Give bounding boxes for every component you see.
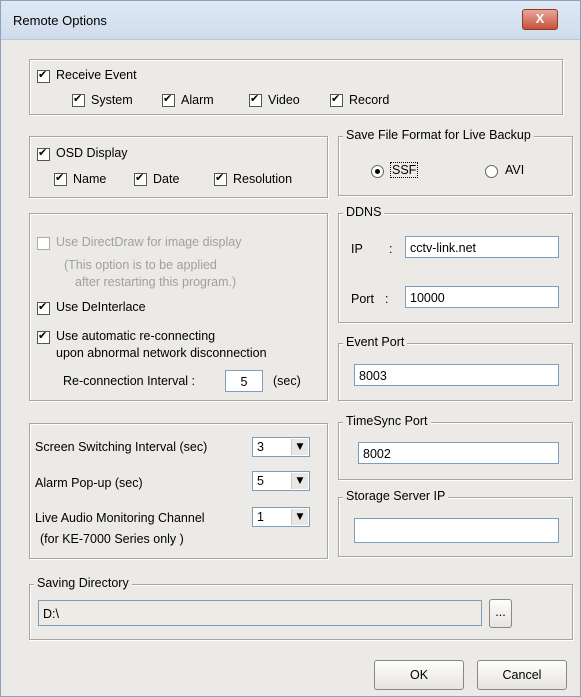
event-port-legend: Event Port xyxy=(343,335,408,349)
ddns-ip-label: IP xyxy=(351,242,363,256)
event-port-input[interactable]: 8003 xyxy=(354,364,559,386)
osd-display-checkbox[interactable] xyxy=(37,146,50,161)
cancel-button[interactable]: Cancel xyxy=(477,660,567,690)
storage-server-input[interactable] xyxy=(354,518,559,543)
ssf-label: SSF xyxy=(389,162,419,178)
alarm-checkbox[interactable] xyxy=(162,92,175,107)
osd-date-checkbox[interactable] xyxy=(134,171,147,186)
ddns-port-input[interactable]: 10000 xyxy=(405,286,559,308)
title-bar: Remote Options X xyxy=(1,1,580,40)
audio-channel-dropdown[interactable]: 1 ▼ xyxy=(252,507,310,527)
reconnect-interval-label: Re-connection Interval : xyxy=(63,374,196,388)
browse-button[interactable]: ... xyxy=(489,599,512,628)
audio-channel-value: 1 xyxy=(257,510,264,524)
timesync-port-group: TimeSync Port 8002 xyxy=(338,414,573,480)
ddns-group: DDNS IP : cctv-link.net Port : 10000 xyxy=(338,205,573,323)
auto-reconnect-label-line1: Use automatic re-connecting xyxy=(56,329,216,343)
record-label: Record xyxy=(349,93,390,107)
auto-reconnect-checkbox[interactable] xyxy=(37,329,50,344)
screen-switching-label: Screen Switching Interval (sec) xyxy=(35,440,208,454)
record-checkbox[interactable] xyxy=(330,92,343,107)
system-label: System xyxy=(91,93,133,107)
osd-display-group: OSD Display Name Date Resolution xyxy=(29,136,328,198)
ok-button[interactable]: OK xyxy=(374,660,464,690)
ssf-radio[interactable] xyxy=(371,165,384,178)
close-button[interactable]: X xyxy=(522,9,558,30)
auto-reconnect-label-line2: upon abnormal network disconnection xyxy=(56,346,267,360)
reconnect-interval-input[interactable]: 5 xyxy=(225,370,263,392)
chevron-down-icon[interactable]: ▼ xyxy=(291,473,308,489)
saving-directory-group: Saving Directory D:\ ... xyxy=(29,576,573,640)
ddns-port-separator: : xyxy=(385,292,389,306)
timesync-port-legend: TimeSync Port xyxy=(343,414,431,428)
saving-directory-legend: Saving Directory xyxy=(34,576,132,590)
screen-switching-value: 3 xyxy=(257,440,264,454)
screen-switching-dropdown[interactable]: 3 ▼ xyxy=(252,437,310,457)
osd-name-label: Name xyxy=(73,172,107,186)
audio-channel-note: (for KE-7000 Series only ) xyxy=(40,532,184,546)
osd-name-checkbox[interactable] xyxy=(54,171,67,186)
timesync-port-input[interactable]: 8002 xyxy=(358,442,559,464)
event-port-group: Event Port 8003 xyxy=(338,335,573,401)
alarm-popup-label: Alarm Pop-up (sec) xyxy=(35,476,143,490)
window-title: Remote Options xyxy=(13,13,107,28)
osd-display-label: OSD Display xyxy=(56,146,128,160)
video-checkbox[interactable] xyxy=(249,92,262,107)
remote-options-dialog: Remote Options X Receive Event System Al… xyxy=(0,0,581,697)
ddns-ip-input[interactable]: cctv-link.net xyxy=(405,236,559,258)
ddns-ip-separator: : xyxy=(389,242,393,256)
deinterlace-checkbox[interactable] xyxy=(37,300,50,315)
ddns-port-label: Port xyxy=(351,292,374,306)
storage-server-group: Storage Server IP xyxy=(338,489,573,557)
receive-event-checkbox[interactable] xyxy=(37,68,50,83)
alarm-popup-value: 5 xyxy=(257,474,264,488)
save-file-format-group: Save File Format for Live Backup SSF AVI xyxy=(338,128,573,196)
storage-server-legend: Storage Server IP xyxy=(343,489,449,503)
chevron-down-icon[interactable]: ▼ xyxy=(291,439,308,455)
deinterlace-label: Use DeInterlace xyxy=(56,300,146,314)
directdraw-label: Use DirectDraw for image display xyxy=(56,235,242,249)
audio-channel-label: Live Audio Monitoring Channel xyxy=(35,511,205,525)
chevron-down-icon[interactable]: ▼ xyxy=(291,509,308,525)
save-file-format-legend: Save File Format for Live Backup xyxy=(343,128,534,142)
display-options-group: Use DirectDraw for image display (This o… xyxy=(29,213,328,401)
avi-radio[interactable] xyxy=(485,165,498,178)
osd-resolution-checkbox[interactable] xyxy=(214,171,227,186)
receive-event-label: Receive Event xyxy=(56,68,137,82)
directdraw-checkbox[interactable] xyxy=(37,237,50,250)
avi-label: AVI xyxy=(505,163,525,177)
switching-group: Screen Switching Interval (sec) 3 ▼ Alar… xyxy=(29,423,328,559)
system-checkbox[interactable] xyxy=(72,92,85,107)
reconnect-interval-unit: (sec) xyxy=(273,374,301,388)
osd-resolution-label: Resolution xyxy=(233,172,293,186)
saving-directory-input[interactable]: D:\ xyxy=(38,600,482,626)
directdraw-note-line1: (This option is to be applied xyxy=(64,258,217,272)
ddns-legend: DDNS xyxy=(343,205,385,219)
directdraw-note-line2: after restarting this program.) xyxy=(75,275,237,289)
alarm-popup-dropdown[interactable]: 5 ▼ xyxy=(252,471,310,491)
alarm-label: Alarm xyxy=(181,93,214,107)
receive-event-group: Receive Event System Alarm Video Record xyxy=(29,59,563,115)
osd-date-label: Date xyxy=(153,172,180,186)
video-label: Video xyxy=(268,93,300,107)
